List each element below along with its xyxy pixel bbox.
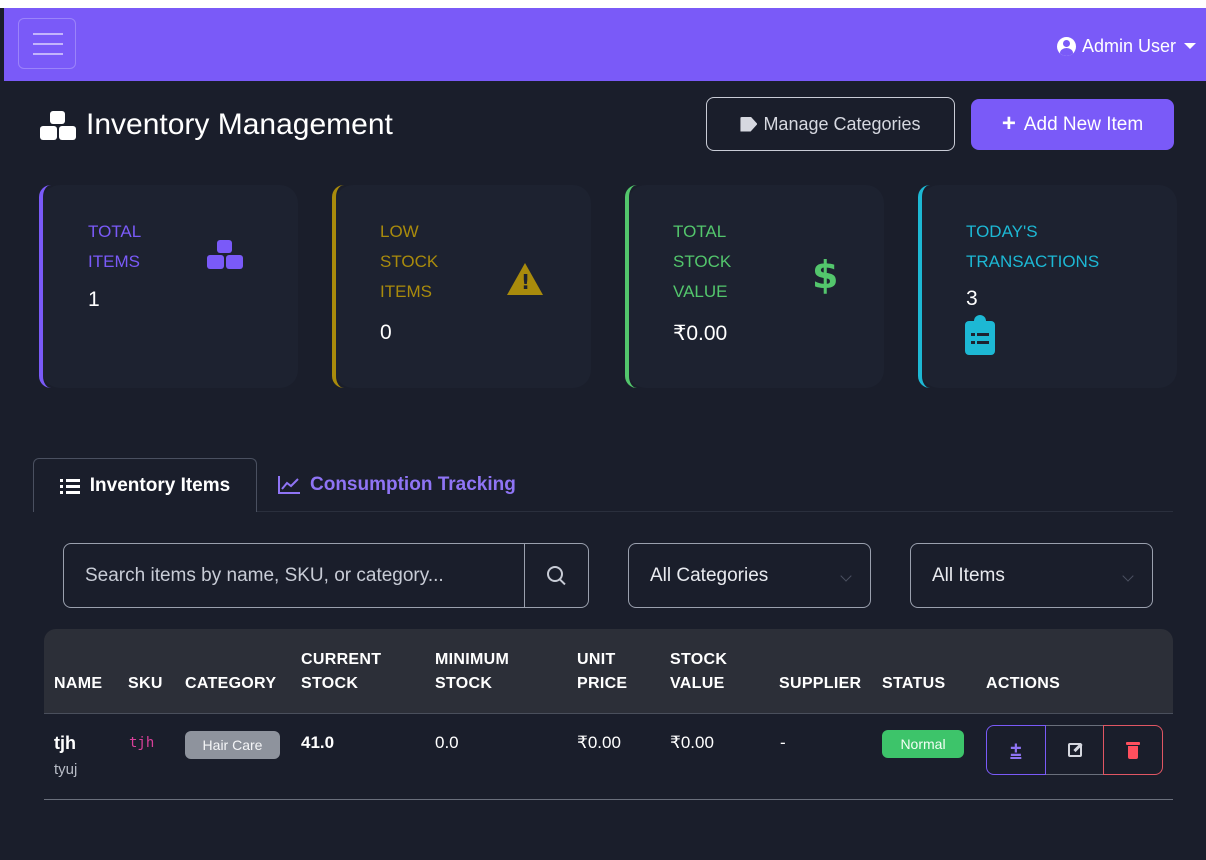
category-filter-value: All Categories <box>650 564 769 586</box>
card-accent <box>625 185 637 388</box>
stat-label: TOTAL ITEMS <box>88 222 141 271</box>
user-name: Admin User <box>1081 35 1176 56</box>
navbar: Admin User <box>4 8 1206 81</box>
item-current-stock: 41.0 <box>301 733 335 752</box>
page-title-text: Inventory Management <box>86 108 393 141</box>
page-title: Inventory Management <box>40 108 393 142</box>
category-badge: Hair Care <box>185 731 280 759</box>
item-description: tyuj <box>54 761 78 778</box>
search-group <box>63 543 589 608</box>
hamburger-line <box>33 53 63 55</box>
stat-card-low-stock: LOW STOCK ITEMS 0 <box>332 185 591 388</box>
dollar-icon: $ <box>812 253 839 297</box>
stat-label: TOTAL STOCK VALUE <box>673 222 732 301</box>
chevron-down-icon <box>1122 570 1134 582</box>
category-filter-select[interactable]: All Categories <box>628 543 871 608</box>
chevron-down-icon <box>840 570 852 582</box>
item-minimum-stock: 0.0 <box>435 733 459 752</box>
tab-consumption-tracking[interactable]: Consumption Tracking <box>278 458 516 512</box>
column-header-stock-value: STOCK VALUE <box>670 651 728 692</box>
edit-item-button[interactable] <box>1045 725 1104 775</box>
tab-label: Consumption Tracking <box>310 474 516 495</box>
top-strip <box>0 0 1206 8</box>
table-header: NAME SKU CATEGORY CURRENT STOCK MINIMUM ST… <box>44 629 1173 714</box>
stat-card-total-items: TOTAL ITEMS 1 <box>39 185 298 388</box>
stat-label: TODAY'S TRANSACTIONS <box>966 222 1100 271</box>
plus-icon: + <box>1001 109 1016 137</box>
tab-label: Inventory Items <box>89 474 231 496</box>
column-header-name: NAME <box>54 675 103 692</box>
stat-card-total-stock-value: TOTAL STOCK VALUE ₹0.00 $ <box>625 185 884 388</box>
card-accent <box>39 185 51 388</box>
item-unit-price: ₹0.00 <box>577 733 621 752</box>
list-icon <box>59 478 80 494</box>
row-actions: ± <box>986 725 1164 775</box>
card-accent <box>918 185 930 388</box>
manage-categories-button[interactable]: Manage Categories <box>706 97 955 151</box>
column-header-category: CATEGORY <box>185 675 277 692</box>
stat-value: 3 <box>966 287 978 310</box>
item-stock-value: ₹0.00 <box>670 733 714 752</box>
edit-icon <box>1067 743 1082 757</box>
column-header-sku: SKU <box>128 675 163 692</box>
table-row: tjh tyuj tjh Hair Care 41.0 0.0 ₹0.00 ₹0… <box>44 714 1173 800</box>
search-input[interactable] <box>64 544 524 607</box>
search-icon <box>547 566 563 582</box>
hamburger-line <box>33 33 63 35</box>
trash-icon <box>1126 741 1141 759</box>
boxes-icon <box>40 109 76 141</box>
tags-icon <box>740 116 758 132</box>
add-new-item-button[interactable]: + Add New Item <box>971 99 1174 150</box>
menu-toggle-button[interactable] <box>18 18 76 69</box>
user-menu-dropdown[interactable]: Admin User <box>1056 34 1196 58</box>
boxes-icon <box>207 238 243 270</box>
search-button[interactable] <box>524 544 588 607</box>
column-header-status: STATUS <box>882 675 946 692</box>
clipboard-list-icon <box>965 315 995 355</box>
column-header-supplier: SUPPLIER <box>779 675 862 692</box>
manage-categories-label: Manage Categories <box>763 113 921 134</box>
column-header-current-stock: CURRENT STOCK <box>301 651 382 692</box>
item-supplier: - <box>780 733 786 752</box>
card-accent <box>332 185 344 388</box>
warning-icon <box>507 263 543 295</box>
user-circle-icon <box>1056 36 1076 56</box>
stat-label: LOW STOCK ITEMS <box>380 222 439 301</box>
hamburger-line <box>33 43 63 45</box>
inventory-table: NAME SKU CATEGORY CURRENT STOCK MINIMUM ST… <box>44 629 1173 800</box>
add-new-item-label: Add New Item <box>1023 113 1144 135</box>
status-badge: Normal <box>882 730 964 758</box>
column-header-minimum-stock: MINIMUM STOCK <box>435 651 510 692</box>
chart-line-icon <box>278 476 300 494</box>
column-header-unit-price: UNIT PRICE <box>577 651 628 692</box>
caret-down-icon <box>1184 43 1196 49</box>
stat-value: ₹0.00 <box>673 322 728 345</box>
delete-item-button[interactable] <box>1103 725 1164 775</box>
item-sku: tjh <box>129 735 155 751</box>
stat-card-todays-transactions: TODAY'S TRANSACTIONS 3 <box>918 185 1177 388</box>
items-filter-select[interactable]: All Items <box>910 543 1153 608</box>
stat-value: 0 <box>380 321 392 344</box>
tab-inventory-items[interactable]: Inventory Items <box>33 458 257 512</box>
adjust-stock-button[interactable]: ± <box>986 725 1046 775</box>
stat-value: 1 <box>88 288 100 311</box>
plus-minus-icon: ± <box>1010 738 1022 761</box>
item-name: tjh <box>54 733 76 753</box>
column-header-actions: ACTIONS <box>986 675 1061 692</box>
items-filter-value: All Items <box>932 564 1005 586</box>
